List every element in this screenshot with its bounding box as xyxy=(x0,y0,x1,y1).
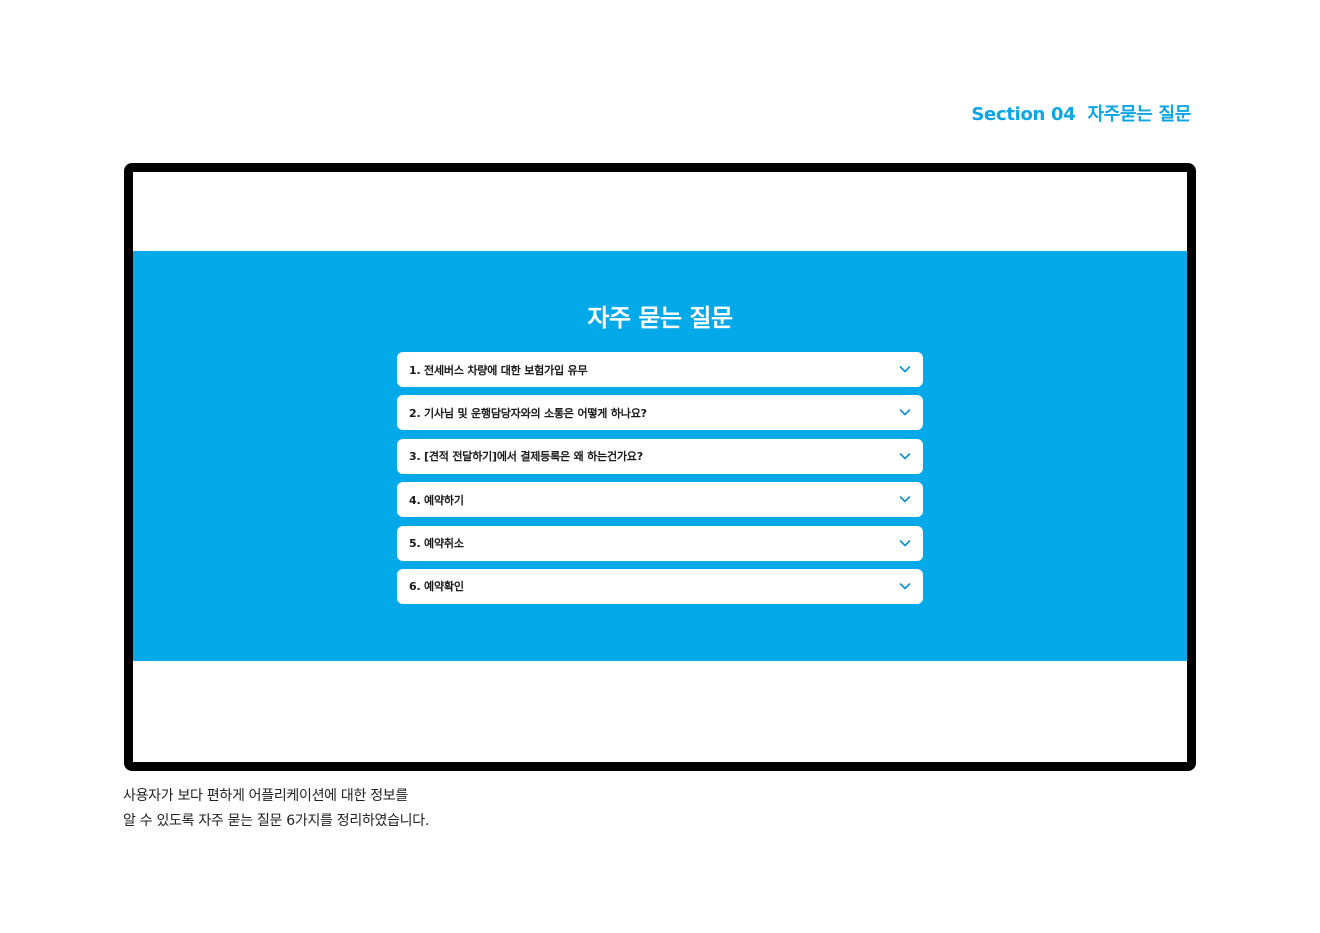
device-frame: 자주 묻는 질문 1. 전세버스 차량에 대한 보험가입 유무 2. 기사님 및… xyxy=(124,163,1196,771)
faq-question: 3. [견적 전달하기]에서 결제등록은 왜 하는건가요? xyxy=(409,450,643,464)
faq-item[interactable]: 2. 기사님 및 운행담당자와의 소통은 어떻게 하나요? xyxy=(397,395,923,431)
faq-question: 5. 예약취소 xyxy=(409,537,464,551)
faq-item[interactable]: 4. 예약하기 xyxy=(397,482,923,518)
chevron-down-icon[interactable] xyxy=(899,451,911,461)
faq-item[interactable]: 6. 예약확인 xyxy=(397,568,923,604)
presentation-page: Section 04 자주묻는 질문 자주 묻는 질문 1. 전세버스 차량에 … xyxy=(0,0,1320,933)
caption-line-1: 사용자가 보다 편하게 어플리케이션에 대한 정보를 xyxy=(123,788,408,804)
faq-title: 자주 묻는 질문 xyxy=(587,304,733,332)
faq-item[interactable]: 1. 전세버스 차량에 대한 보험가입 유무 xyxy=(397,352,923,387)
faq-list: 1. 전세버스 차량에 대한 보험가입 유무 2. 기사님 및 운행담당자와의 … xyxy=(397,352,923,612)
chevron-down-icon[interactable] xyxy=(899,364,911,374)
faq-question: 2. 기사님 및 운행담당자와의 소통은 어떻게 하나요? xyxy=(409,406,647,420)
faq-question: 4. 예약하기 xyxy=(409,493,464,507)
faq-question: 1. 전세버스 차량에 대한 보험가입 유무 xyxy=(409,363,588,377)
caption: 사용자가 보다 편하게 어플리케이션에 대한 정보를 알 수 있도록 자주 묻는… xyxy=(123,784,429,834)
chevron-down-icon[interactable] xyxy=(899,538,911,548)
faq-question: 6. 예약확인 xyxy=(409,580,464,594)
chevron-down-icon[interactable] xyxy=(899,407,911,417)
caption-line-2: 알 수 있도록 자주 묻는 질문 6가지를 정리하였습니다. xyxy=(123,813,429,829)
faq-item[interactable]: 5. 예약취소 xyxy=(397,525,923,561)
faq-section: 자주 묻는 질문 1. 전세버스 차량에 대한 보험가입 유무 2. 기사님 및… xyxy=(133,251,1187,661)
section-label: Section 04 자주묻는 질문 xyxy=(971,100,1191,126)
section-number: Section 04 xyxy=(971,104,1076,125)
faq-item[interactable]: 3. [견적 전달하기]에서 결제등록은 왜 하는건가요? xyxy=(397,438,923,474)
chevron-down-icon[interactable] xyxy=(899,494,911,504)
chevron-down-icon[interactable] xyxy=(899,581,911,591)
section-title: 자주묻는 질문 xyxy=(1087,104,1191,125)
